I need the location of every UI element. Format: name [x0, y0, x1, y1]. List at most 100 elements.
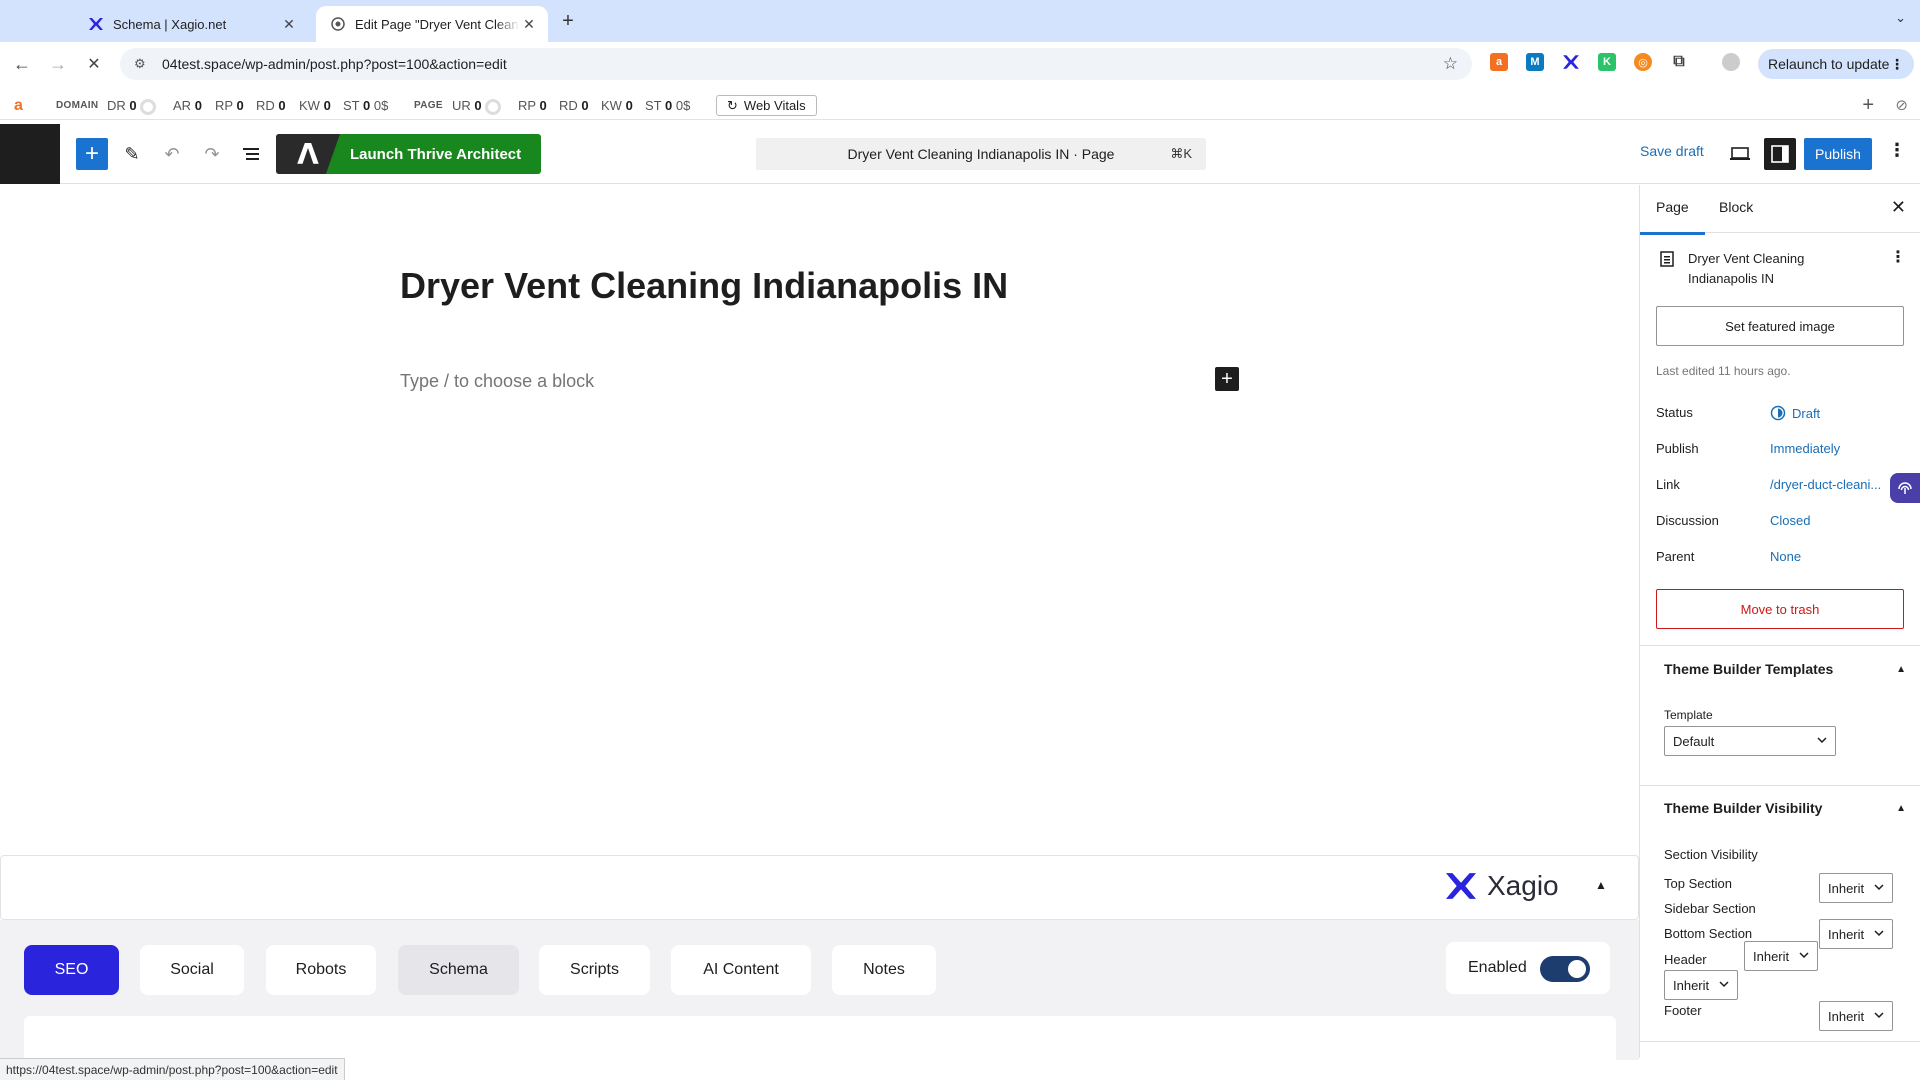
prop-label: Parent: [1656, 549, 1695, 564]
select-value: Inherit: [1828, 926, 1865, 942]
settings-sidebar-button[interactable]: [1764, 138, 1796, 170]
collapse-arrow-icon[interactable]: ▲: [1896, 803, 1906, 814]
collapse-caret-icon[interactable]: ▲: [1595, 878, 1607, 892]
tab-block[interactable]: Block: [1719, 199, 1753, 215]
editor-canvas: Dryer Vent Cleaning Indianapolis IN Type…: [0, 185, 1639, 855]
sidebar-section-select[interactable]: Inherit: [1744, 941, 1818, 971]
ahrefs-extension-icon[interactable]: a: [1490, 53, 1508, 71]
save-draft-button[interactable]: Save draft: [1640, 143, 1704, 159]
chevron-down-icon: [1816, 734, 1828, 749]
parent-value[interactable]: None: [1770, 549, 1801, 564]
chevron-down-icon: [1873, 927, 1885, 942]
page-metric-kw: KW 0: [601, 98, 633, 113]
undo-icon[interactable]: ↶: [158, 140, 186, 168]
xagio-logo-icon: [1446, 873, 1476, 899]
bottom-section-select[interactable]: Inherit: [1819, 919, 1893, 949]
close-tab-icon[interactable]: ✕: [520, 15, 538, 33]
address-bar[interactable]: ⚙ 04test.space/wp-admin/post.php?post=10…: [120, 48, 1472, 80]
select-value: Inherit: [1753, 948, 1790, 964]
disable-icon[interactable]: ⊘: [1895, 96, 1908, 114]
status-value[interactable]: Draft: [1770, 405, 1820, 421]
k-extension-icon[interactable]: K: [1598, 53, 1616, 71]
new-tab-icon[interactable]: +: [556, 9, 580, 33]
command-palette-title[interactable]: Dryer Vent Cleaning Indianapolis IN · Pa…: [756, 138, 1206, 170]
tools-pencil-icon[interactable]: ✎: [118, 140, 146, 168]
browser-menu-icon[interactable]: ⋮: [1890, 56, 1904, 73]
domain-label: DOMAIN: [56, 100, 99, 111]
preview-icon[interactable]: [1726, 140, 1754, 168]
back-icon[interactable]: ←: [10, 52, 34, 76]
m-extension-icon[interactable]: M: [1526, 53, 1544, 71]
add-block-icon[interactable]: +: [1215, 367, 1239, 391]
browser-tab-strip: Schema | Xagio.net ✕ Edit Page "Dryer Ve…: [0, 0, 1920, 42]
footer-label: Footer: [1664, 1003, 1702, 1018]
tab-search-icon[interactable]: ⌄: [1895, 10, 1906, 26]
enabled-toggle[interactable]: [1540, 956, 1590, 982]
collapse-arrow-icon[interactable]: ▲: [1896, 664, 1906, 675]
discussion-value[interactable]: Closed: [1770, 513, 1810, 528]
top-section-label: Top Section: [1664, 876, 1732, 891]
xagio-tab-ai-content[interactable]: AI Content: [671, 945, 811, 995]
document-title: Dryer Vent Cleaning Indianapolis IN · Pa…: [847, 146, 1115, 162]
xagio-tab-notes[interactable]: Notes: [832, 945, 936, 995]
site-info-icon[interactable]: ⚙: [134, 56, 150, 72]
web-vitals-button[interactable]: ↻ Web Vitals: [716, 95, 817, 116]
chevron-down-icon: [1873, 881, 1885, 896]
xagio-tab-robots[interactable]: Robots: [266, 945, 376, 995]
browser-tab-schema[interactable]: Schema | Xagio.net ✕: [74, 6, 308, 42]
xagio-tab-social[interactable]: Social: [140, 945, 244, 995]
domain-metric-ar: AR 0: [173, 98, 202, 113]
enabled-toggle-box: Enabled: [1446, 942, 1610, 994]
publish-button[interactable]: Publish: [1804, 138, 1872, 170]
stop-loading-icon[interactable]: ✕: [82, 52, 106, 76]
profile-avatar-icon[interactable]: [1722, 53, 1740, 71]
sidebar-tabs: Page Block ✕: [1640, 185, 1920, 235]
xagio-panel-header[interactable]: Xagio ▲: [0, 855, 1639, 920]
bookmark-star-icon[interactable]: ☆: [1443, 54, 1458, 74]
add-icon[interactable]: +: [1862, 94, 1874, 117]
domain-metric-kw: KW 0: [299, 98, 331, 113]
tab-title: Edit Page "Dryer Vent Cleaning Indianapo…: [355, 16, 520, 32]
xagio-tab-scripts[interactable]: Scripts: [539, 945, 650, 995]
orange-extension-icon[interactable]: ◎: [1634, 53, 1652, 71]
tab-page[interactable]: Page: [1640, 199, 1705, 235]
close-tab-icon[interactable]: ✕: [280, 15, 298, 33]
xagio-extension-icon[interactable]: [1562, 53, 1580, 71]
xagio-tab-schema[interactable]: Schema: [398, 945, 519, 995]
header-select[interactable]: Inherit: [1664, 970, 1738, 1000]
post-title[interactable]: Dryer Vent Cleaning Indianapolis IN: [400, 265, 1008, 307]
seo-toolbar: a DOMAIN DR 0 AR 0 RP 0 RD 0 KW 0 ST 0 0…: [0, 92, 1920, 120]
chevron-down-icon: [1718, 978, 1730, 993]
side-widget-tab[interactable]: [1890, 473, 1920, 503]
browser-tab-edit-page[interactable]: Edit Page "Dryer Vent Cleaning Indianapo…: [316, 6, 548, 42]
extensions-puzzle-icon[interactable]: ⧉: [1670, 53, 1688, 71]
publish-value[interactable]: Immediately: [1770, 441, 1840, 456]
theme-builder-visibility-heading[interactable]: Theme Builder Visibility: [1664, 800, 1822, 816]
redo-icon[interactable]: ↷: [198, 140, 226, 168]
shortcut-hint: ⌘K: [1170, 146, 1192, 161]
block-inserter-button[interactable]: +: [76, 138, 108, 170]
web-vitals-label: Web Vitals: [743, 98, 806, 113]
move-to-trash-button[interactable]: Move to trash: [1656, 589, 1904, 629]
launch-thrive-architect-button[interactable]: Λ Launch Thrive Architect: [276, 134, 541, 174]
xagio-tab-seo[interactable]: SEO: [24, 945, 119, 995]
xagio-panel-body: SEO Social Robots Schema Scripts AI Cont…: [0, 920, 1639, 1076]
top-section-select[interactable]: Inherit: [1819, 873, 1893, 903]
document-overview-icon[interactable]: [238, 140, 266, 168]
relaunch-button[interactable]: Relaunch to update ⋮: [1758, 49, 1914, 79]
page-label: PAGE: [414, 100, 443, 111]
link-value[interactable]: /dryer-duct-cleani...: [1770, 477, 1881, 492]
wordpress-home-button[interactable]: [0, 124, 60, 184]
options-menu-icon[interactable]: ⋮: [1888, 140, 1906, 161]
refresh-icon: ↻: [727, 97, 738, 113]
page-actions-icon[interactable]: ⋮: [1890, 247, 1906, 267]
settings-sidebar: Page Block ✕ Dryer Vent Cleaning Indiana…: [1639, 185, 1920, 1058]
set-featured-image-button[interactable]: Set featured image: [1656, 306, 1904, 346]
template-select[interactable]: Default: [1664, 726, 1836, 756]
forward-icon[interactable]: →: [46, 52, 70, 76]
sidebar-section-label: Sidebar Section: [1664, 901, 1756, 916]
close-sidebar-icon[interactable]: ✕: [1891, 197, 1906, 218]
empty-block-placeholder[interactable]: Type / to choose a block: [400, 371, 594, 392]
theme-builder-templates-heading[interactable]: Theme Builder Templates: [1664, 661, 1833, 677]
footer-select[interactable]: Inherit: [1819, 1001, 1893, 1031]
